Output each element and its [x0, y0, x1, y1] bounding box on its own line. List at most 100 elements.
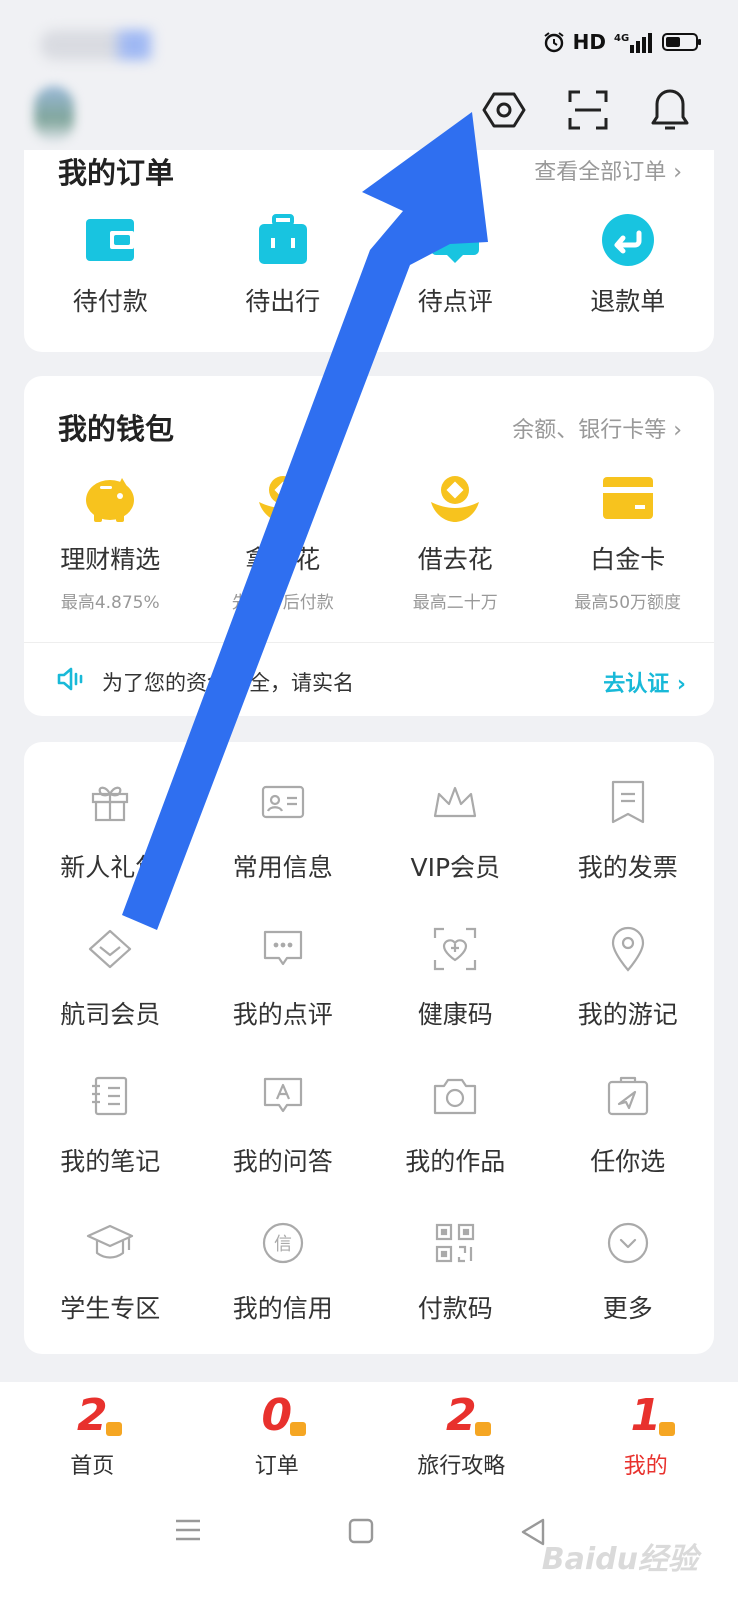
tool-item[interactable]: 任你选 — [542, 1064, 715, 1178]
crown-icon — [431, 770, 479, 834]
wallet-item-platinum-card[interactable]: 白金卡 最高50万额度 — [542, 466, 715, 613]
credit-icon: 信 — [260, 1211, 306, 1275]
scan-icon[interactable] — [562, 84, 614, 136]
nav-orders[interactable]: 0 订单 — [185, 1382, 370, 1492]
wallet-title: 我的钱包 — [58, 412, 175, 446]
tool-item[interactable]: 航司会员 — [24, 917, 197, 1031]
nav-travel-guide-icon: 2 — [445, 1390, 491, 1441]
tool-item[interactable]: 信我的信用 — [197, 1211, 370, 1325]
tool-item[interactable]: 我的作品 — [369, 1064, 542, 1178]
tool-item[interactable]: 我的发票 — [542, 770, 715, 884]
tool-item[interactable]: 我的问答 — [197, 1064, 370, 1178]
bell-icon[interactable] — [644, 84, 696, 136]
watermark: Baidu经验 — [541, 1542, 698, 1577]
order-item-to-review[interactable]: 待点评 — [369, 208, 542, 318]
graduation-cap-icon — [85, 1211, 135, 1275]
luggage-icon — [257, 208, 309, 272]
home-square-icon[interactable] — [348, 1518, 374, 1544]
wallet-item-sub: 最高二十万 — [412, 593, 498, 613]
menu-icon[interactable] — [174, 1518, 202, 1542]
qr-code-icon — [433, 1211, 477, 1275]
hd-indicator: HD — [572, 30, 606, 54]
tool-item-label: 健康码 — [417, 1000, 493, 1029]
tool-item-label: 任你选 — [590, 1147, 666, 1176]
tool-item-label: VIP会员 — [410, 853, 501, 882]
card-icon — [601, 466, 655, 530]
order-item-label: 待付款 — [72, 287, 148, 316]
tool-item[interactable]: 我的游记 — [542, 917, 715, 1031]
wallet-card: 我的钱包 余额、银行卡等 › 理财精选 最高4.875% 拿去花 先出行后付款 … — [24, 376, 714, 716]
wallet-item-buy-now-pay-later[interactable]: 拿去花 先出行后付款 — [197, 466, 370, 613]
wallet-item-label: 拿去花 — [245, 545, 321, 574]
notice-text: 为了您的资金安全，请实名 — [102, 671, 354, 695]
tools-row: 新人礼包 常用信息 VIP会员 我的发票 — [24, 770, 714, 884]
tool-item[interactable]: 我的笔记 — [24, 1064, 197, 1178]
blurred-time — [40, 30, 160, 60]
wallet-item-wealth[interactable]: 理财精选 最高4.875% — [24, 466, 197, 613]
wallet-details-link[interactable]: 余额、银行卡等 › — [512, 412, 682, 444]
tool-item-label: 我的游记 — [577, 1000, 678, 1029]
tool-item[interactable]: 更多 — [542, 1211, 715, 1325]
notebook-icon — [88, 1064, 132, 1128]
tool-item-label: 付款码 — [417, 1294, 493, 1323]
system-nav-bar: Baidu经验 — [0, 1492, 738, 1600]
tool-item-label: 我的问答 — [232, 1147, 333, 1176]
wallet-item-loan[interactable]: 借去花 最高二十万 — [369, 466, 542, 613]
tool-item[interactable]: 新人礼包 — [24, 770, 197, 884]
svg-text:4G: 4G — [614, 33, 629, 44]
nav-mine-icon: 1 — [630, 1390, 676, 1441]
tool-item[interactable]: VIP会员 — [369, 770, 542, 884]
nav-orders-label: 订单 — [254, 1454, 299, 1479]
wallet-item-sub: 最高4.875% — [60, 593, 160, 613]
status-bar: HD 4G — [0, 0, 738, 80]
tools-card: 新人礼包 常用信息 VIP会员 我的发票航司会员 我的点评 健康码 我的游记我的笔记 我的问答… — [24, 742, 714, 1354]
tools-row: 航司会员 我的点评 健康码 我的游记 — [24, 917, 714, 1031]
tools-row: 学生专区信我的信用 付款码 更多 — [24, 1211, 714, 1325]
wallet-item-label: 理财精选 — [60, 545, 161, 574]
tool-item[interactable]: 健康码 — [369, 917, 542, 1031]
wallet-icon — [84, 208, 136, 272]
wallet-item-sub: 先出行后付款 — [231, 593, 334, 613]
tool-item-label: 我的发票 — [577, 853, 678, 882]
svg-text:信: 信 — [274, 1234, 292, 1255]
tool-item-label: 更多 — [602, 1294, 653, 1323]
comment-icon — [261, 917, 305, 981]
tool-item-label: 常用信息 — [232, 853, 333, 882]
order-item-label: 待出行 — [245, 287, 321, 316]
nav-mine[interactable]: 1 我的 — [554, 1382, 738, 1492]
header — [0, 80, 738, 155]
view-all-orders-link[interactable]: 查看全部订单 › — [534, 154, 682, 186]
coin-flower-icon — [427, 466, 483, 530]
tool-item[interactable]: 常用信息 — [197, 770, 370, 884]
order-item-pending-payment[interactable]: 待付款 — [24, 208, 197, 318]
nav-travel-guide-num: 2 — [445, 1390, 477, 1441]
settings-hex-icon[interactable] — [478, 84, 530, 136]
bottom-nav: 2 首页 0 订单 2 旅行攻略 1 我的 — [0, 1382, 738, 1492]
tool-item-label: 我的笔记 — [60, 1147, 161, 1176]
verification-notice[interactable]: 为了您的资金安全，请实名 去认证 › — [24, 642, 714, 716]
tool-item[interactable]: 学生专区 — [24, 1211, 197, 1325]
avatar[interactable] — [34, 86, 74, 142]
nav-mine-num: 1 — [630, 1390, 662, 1441]
tool-item[interactable]: 付款码 — [369, 1211, 542, 1325]
orders-title: 我的订单 — [58, 156, 175, 190]
order-item-upcoming-trip[interactable]: 待出行 — [197, 208, 370, 318]
id-card-icon — [260, 770, 306, 834]
nav-travel-guide[interactable]: 2 旅行攻略 — [369, 1382, 554, 1492]
wallet-item-label: 白金卡 — [590, 545, 666, 574]
speaker-icon — [57, 667, 83, 691]
wallet-grid: 理财精选 最高4.875% 拿去花 先出行后付款 借去花 最高二十万 白金卡 最… — [24, 466, 714, 613]
tools-row: 我的笔记 我的问答 我的作品 任你选 — [24, 1064, 714, 1178]
nav-home[interactable]: 2 首页 — [0, 1382, 185, 1492]
order-item-label: 退款单 — [590, 287, 666, 316]
location-pin-icon — [608, 917, 648, 981]
tool-item-label: 我的信用 — [232, 1294, 333, 1323]
health-code-icon — [432, 917, 478, 981]
orders-card: 我的订单 查看全部订单 › 待付款 待出行 待点评 退款单 — [24, 150, 714, 352]
verify-link[interactable]: 去认证 › — [603, 666, 686, 698]
tool-item[interactable]: 我的点评 — [197, 917, 370, 1031]
more-chevron-icon — [606, 1211, 650, 1275]
invoice-icon — [608, 770, 648, 834]
gift-icon — [88, 770, 132, 834]
order-item-refund[interactable]: 退款单 — [542, 208, 715, 318]
